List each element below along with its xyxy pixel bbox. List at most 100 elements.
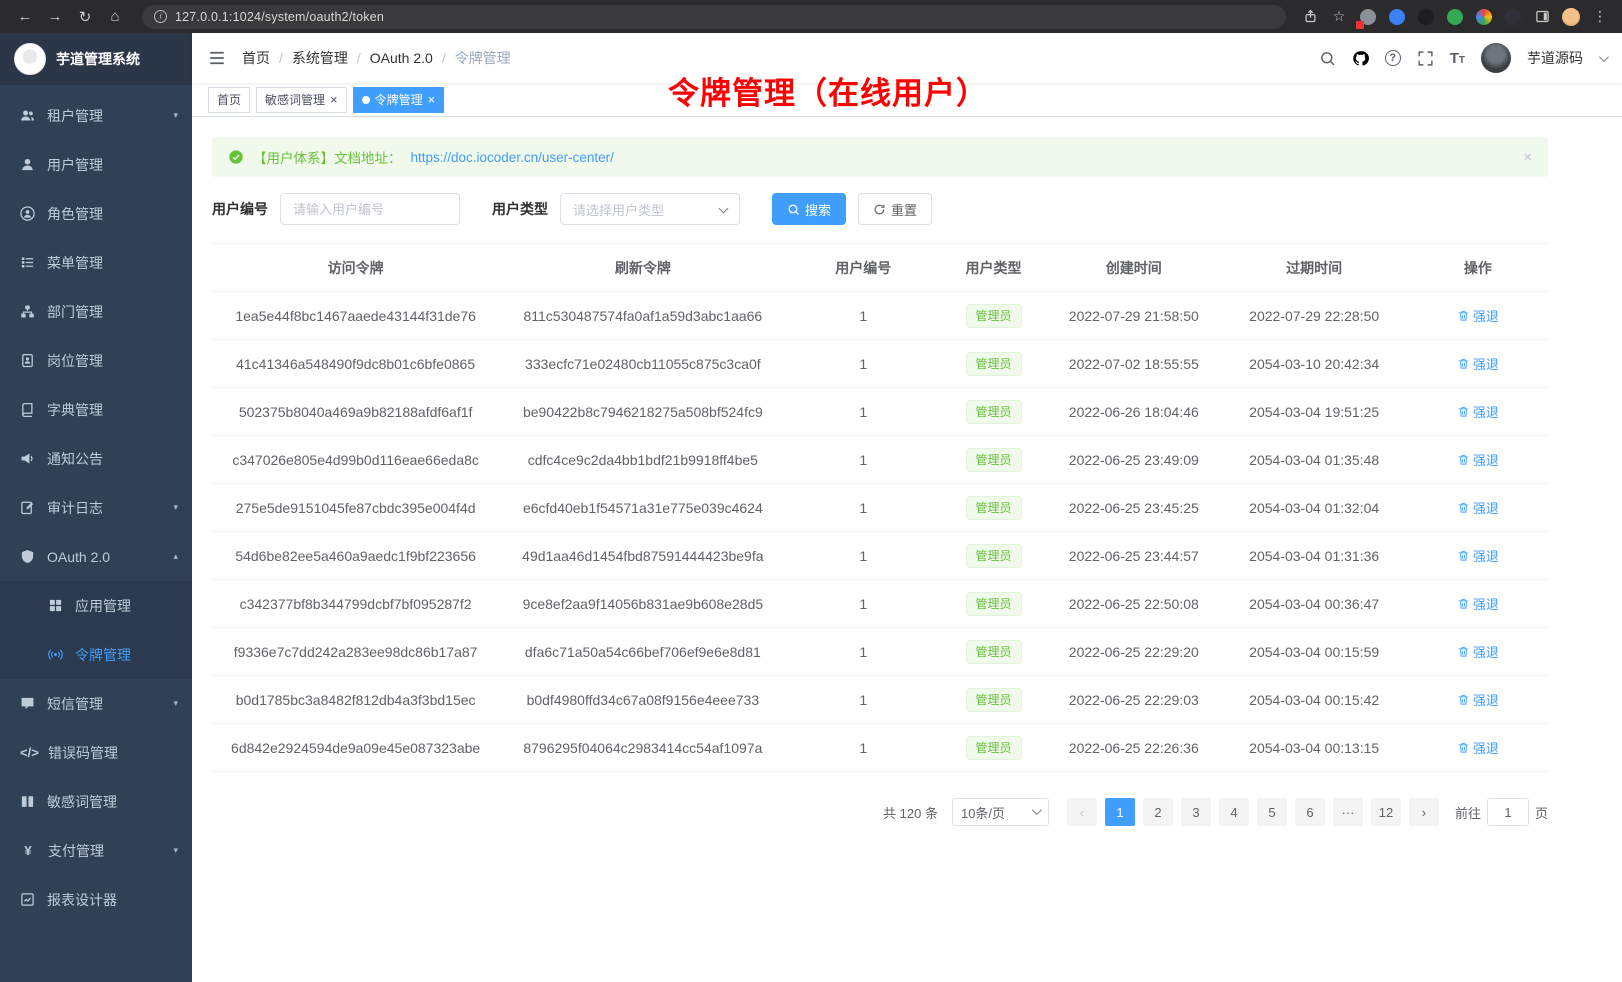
alert-close-icon[interactable] — [1523, 149, 1532, 166]
extension-4-icon[interactable] — [1445, 7, 1465, 27]
audit-log-icon — [20, 500, 35, 515]
github-icon[interactable] — [1352, 50, 1369, 67]
force-logout-button[interactable]: 强退 — [1457, 498, 1499, 517]
app-grid-icon — [48, 598, 63, 613]
breadcrumb-home[interactable]: 首页 — [242, 48, 283, 68]
split-view-icon[interactable] — [1532, 7, 1552, 27]
sidebar-item-role[interactable]: 角色管理 — [0, 189, 192, 238]
breadcrumb-oauth[interactable]: OAuth 2.0 — [370, 50, 446, 66]
help-icon[interactable]: ? — [1385, 50, 1401, 66]
user-type-label: 用户类型 — [492, 199, 548, 219]
chevron-up-icon: ▴ — [173, 551, 178, 562]
user-icon — [20, 157, 35, 172]
alert-doc-link[interactable]: https://doc.iocoder.cn/user-center/ — [411, 150, 614, 165]
sidebar-item-post[interactable]: 岗位管理 — [0, 336, 192, 385]
sidebar-item-dict[interactable]: 字典管理 — [0, 385, 192, 434]
reset-button[interactable]: 重置 — [858, 193, 932, 225]
hamburger-icon[interactable] — [208, 49, 226, 67]
user-type-tag: 管理员 — [966, 496, 1022, 520]
notice-megaphone-icon — [20, 451, 35, 466]
page-button-5[interactable]: 5 — [1257, 798, 1287, 826]
app-logo[interactable]: 芋道管理系统 — [0, 33, 192, 85]
chevron-down-icon: ▾ — [173, 110, 178, 121]
sidebar-item-error-code[interactable]: </> 错误码管理 — [0, 728, 192, 777]
browser-profile-avatar[interactable] — [1561, 7, 1581, 27]
sidebar-item-tenant[interactable]: 租户管理 ▾ — [0, 91, 192, 140]
page-button-6[interactable]: 6 — [1295, 798, 1325, 826]
force-logout-button[interactable]: 强退 — [1457, 642, 1499, 661]
extension-3-icon[interactable] — [1416, 7, 1436, 27]
share-icon[interactable] — [1300, 7, 1320, 27]
trash-icon — [1457, 597, 1470, 610]
user-avatar[interactable] — [1481, 43, 1511, 73]
sidebar-item-menu[interactable]: 菜单管理 — [0, 238, 192, 287]
forward-icon[interactable]: → — [42, 4, 68, 30]
extension-5-icon[interactable] — [1474, 7, 1494, 27]
page-content: 【用户体系】文档地址： https://doc.iocoder.cn/user-… — [192, 117, 1622, 982]
sidebar-item-oauth-token[interactable]: 令牌管理 — [0, 630, 192, 679]
extension-2-icon[interactable] — [1387, 7, 1407, 27]
reload-icon[interactable]: ↻ — [72, 4, 98, 30]
sidebar-item-oauth[interactable]: OAuth 2.0 ▴ — [0, 532, 192, 581]
force-logout-button[interactable]: 强退 — [1457, 738, 1499, 757]
trash-icon — [1457, 309, 1470, 322]
trash-icon — [1457, 741, 1470, 754]
tab-sensitive-word[interactable]: 敏感词管理 — [256, 87, 347, 113]
user-id-input[interactable] — [280, 193, 460, 225]
force-logout-button[interactable]: 强退 — [1457, 594, 1499, 613]
sidebar-item-sensitive-word[interactable]: 敏感词管理 — [0, 777, 192, 826]
sidebar-menu: 租户管理 ▾ 用户管理 角色管理 菜单管理 部门管理 岗位管理 — [0, 85, 192, 982]
table-row: b0d1785bc3a8482f812db4a3f3bd15ec b0df498… — [212, 676, 1548, 724]
close-icon[interactable] — [428, 93, 436, 107]
extension-1-icon[interactable] — [1358, 7, 1378, 27]
more-pages-button[interactable]: ··· — [1333, 798, 1363, 826]
next-page-button[interactable]: › — [1409, 798, 1439, 826]
search-button[interactable]: 搜索 — [772, 193, 846, 225]
page-button-3[interactable]: 3 — [1181, 798, 1211, 826]
back-icon[interactable]: ← — [12, 4, 38, 30]
tab-home[interactable]: 首页 — [208, 87, 250, 113]
tab-token[interactable]: 令牌管理 — [353, 87, 445, 113]
fullscreen-icon[interactable] — [1417, 50, 1434, 67]
table-row: c347026e805e4d99b0d116eae66eda8c cdfc4ce… — [212, 436, 1548, 484]
trash-icon — [1457, 453, 1470, 466]
home-icon[interactable]: ⌂ — [102, 4, 128, 30]
sidebar-item-report-designer[interactable]: 报表设计器 — [0, 875, 192, 924]
search-icon[interactable] — [1319, 50, 1336, 67]
goto-label: 前往 — [1455, 803, 1481, 822]
font-size-icon[interactable]: TT — [1450, 50, 1465, 67]
goto-page-input[interactable] — [1487, 798, 1529, 826]
search-icon — [787, 203, 800, 216]
address-bar[interactable]: i 127.0.0.1:1024/system/oauth2/token — [142, 5, 1286, 29]
user-type-select[interactable]: 请选择用户类型 — [560, 193, 740, 225]
sidebar-item-dept[interactable]: 部门管理 — [0, 287, 192, 336]
prev-page-button[interactable]: ‹ — [1067, 798, 1097, 826]
force-logout-button[interactable]: 强退 — [1457, 450, 1499, 469]
page-button-4[interactable]: 4 — [1219, 798, 1249, 826]
oauth-shield-icon — [20, 549, 35, 564]
site-info-icon[interactable]: i — [154, 10, 167, 23]
overflow-menu-icon[interactable]: ⋮ — [1590, 7, 1610, 27]
sms-chat-icon — [20, 696, 35, 711]
page-size-select[interactable]: 10条/页 — [952, 798, 1049, 826]
sidebar-item-oauth-app[interactable]: 应用管理 — [0, 581, 192, 630]
extension-6-icon[interactable] — [1503, 7, 1523, 27]
force-logout-button[interactable]: 强退 — [1457, 306, 1499, 325]
breadcrumb-system[interactable]: 系统管理 — [292, 48, 361, 68]
sidebar-item-payment[interactable]: ¥ 支付管理 ▾ — [0, 826, 192, 875]
force-logout-button[interactable]: 强退 — [1457, 690, 1499, 709]
page-button-12[interactable]: 12 — [1371, 798, 1401, 826]
page-button-1[interactable]: 1 — [1105, 798, 1135, 826]
sidebar-item-notice[interactable]: 通知公告 — [0, 434, 192, 483]
user-caret-icon[interactable] — [1599, 52, 1609, 62]
chevron-down-icon — [719, 204, 729, 214]
force-logout-button[interactable]: 强退 — [1457, 354, 1499, 373]
force-logout-button[interactable]: 强退 — [1457, 546, 1499, 565]
close-icon[interactable] — [330, 93, 338, 107]
sidebar-item-sms[interactable]: 短信管理 ▾ — [0, 679, 192, 728]
force-logout-button[interactable]: 强退 — [1457, 402, 1499, 421]
page-button-2[interactable]: 2 — [1143, 798, 1173, 826]
sidebar-item-user[interactable]: 用户管理 — [0, 140, 192, 189]
bookmark-star-icon[interactable]: ☆ — [1329, 7, 1349, 27]
sidebar-item-audit-log[interactable]: 审计日志 ▾ — [0, 483, 192, 532]
